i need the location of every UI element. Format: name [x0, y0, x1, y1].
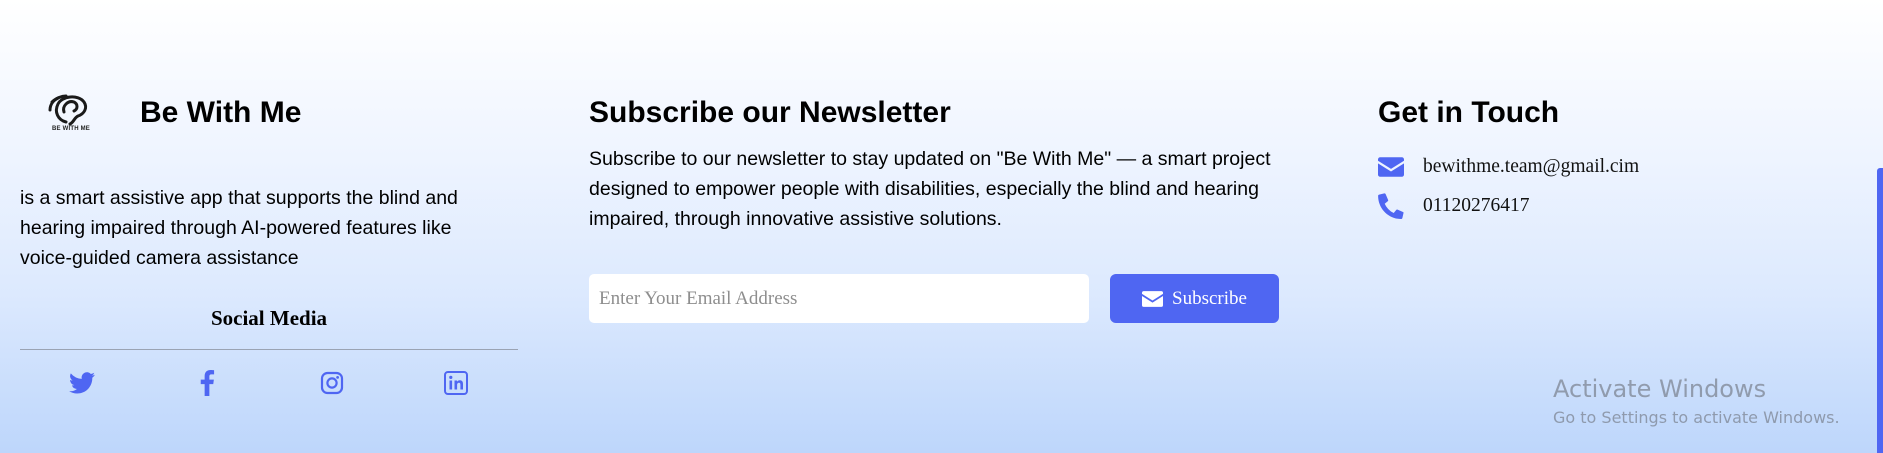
twitter-icon	[69, 372, 95, 394]
social-divider	[20, 349, 518, 350]
newsletter-title: Subscribe our Newsletter	[589, 96, 951, 129]
contact-phone[interactable]: 01120276417	[1423, 195, 1530, 217]
instagram-icon	[320, 371, 344, 395]
contact-email-row: bewithme.team@gmail.cim	[1378, 154, 1639, 180]
contact-title: Get in Touch	[1378, 96, 1560, 129]
page-scrollbar[interactable]	[1877, 0, 1883, 453]
brand-title: Be With Me	[140, 96, 302, 129]
subscribe-button[interactable]: Subscribe	[1110, 274, 1279, 323]
brand-logo-caption: BE WITH ME	[52, 126, 90, 132]
scrollbar-thumb[interactable]	[1877, 168, 1883, 453]
newsletter-description: Subscribe to our newsletter to stay upda…	[589, 148, 1271, 230]
envelope-icon	[1142, 290, 1164, 307]
phone-icon	[1378, 193, 1404, 219]
activate-windows-subtitle: Go to Settings to activate Windows.	[1553, 408, 1840, 427]
twitter-link[interactable]	[67, 368, 97, 398]
brand-logo	[36, 92, 106, 140]
linkedin-link[interactable]	[441, 368, 471, 398]
facebook-icon	[200, 370, 215, 396]
social-media-title: Social Media	[210, 306, 328, 330]
linkedin-icon	[444, 371, 468, 395]
subscribe-button-label: Subscribe	[1172, 287, 1247, 309]
activate-windows-title: Activate Windows	[1553, 375, 1767, 403]
instagram-link[interactable]	[317, 368, 347, 398]
contact-phone-row: 01120276417	[1378, 193, 1530, 219]
brand-description: is a smart assistive app that supports t…	[20, 187, 458, 269]
contact-email[interactable]: bewithme.team@gmail.cim	[1423, 156, 1639, 178]
email-input[interactable]	[589, 274, 1089, 323]
facebook-link[interactable]	[192, 368, 222, 398]
activate-windows-watermark: Activate Windows Go to Settings to activ…	[1553, 375, 1840, 429]
envelope-icon	[1378, 154, 1404, 180]
